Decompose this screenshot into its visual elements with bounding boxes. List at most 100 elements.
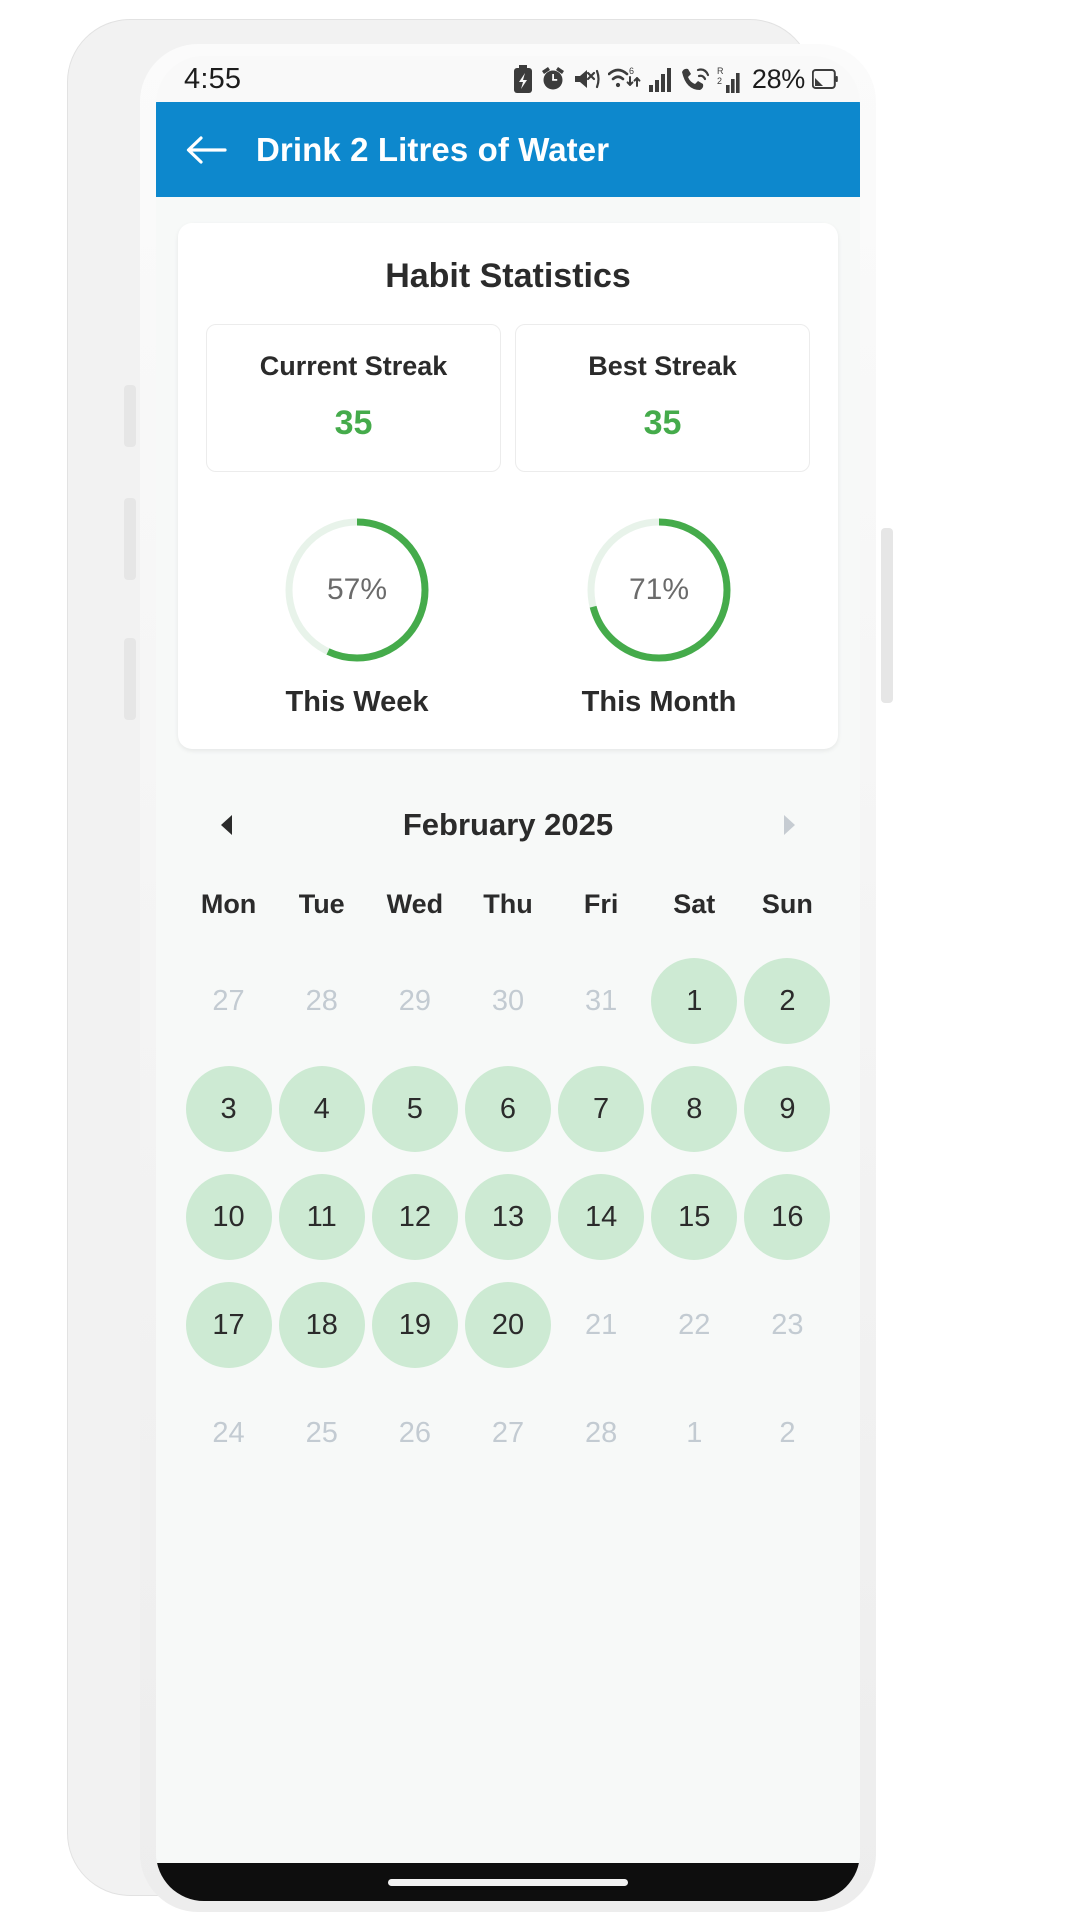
calendar-day-inactive[interactable]: 29 (372, 958, 458, 1044)
home-indicator[interactable] (388, 1878, 628, 1886)
calendar-day-cell[interactable]: 13 (461, 1174, 554, 1260)
calendar-day-inactive[interactable]: 24 (186, 1390, 272, 1476)
calendar-day-cell[interactable]: 11 (275, 1174, 368, 1260)
calendar-day-cell[interactable]: 21 (555, 1282, 648, 1368)
system-navigation-bar (156, 1863, 860, 1901)
calendar-day-cell[interactable]: 16 (741, 1174, 834, 1260)
calendar-day-completed[interactable]: 15 (651, 1174, 738, 1260)
weekday-mon: Mon (200, 889, 257, 919)
calendar-day-cell[interactable]: 4 (275, 1066, 368, 1152)
this-month-ring: 71% (583, 514, 735, 666)
calendar-day-cell[interactable]: 7 (555, 1066, 648, 1152)
calendar-day-inactive[interactable]: 22 (651, 1282, 737, 1368)
scroll-content[interactable]: Habit Statistics Current Streak 35 Best … (156, 197, 860, 1901)
calendar-day-cell[interactable]: 20 (461, 1282, 554, 1368)
calendar-day-completed[interactable]: 13 (464, 1174, 551, 1260)
triangle-right-icon (783, 815, 795, 835)
calendar-day-inactive[interactable]: 2 (744, 1390, 830, 1476)
calendar-day-inactive[interactable]: 1 (651, 1390, 737, 1476)
volume-up-button[interactable] (124, 385, 136, 447)
best-streak-box: Best Streak 35 (515, 324, 810, 472)
calendar-day-cell[interactable]: 10 (182, 1174, 275, 1260)
stats-card-title: Habit Statistics (385, 257, 631, 295)
calendar-day-completed[interactable]: 11 (278, 1174, 365, 1260)
calendar-day-completed[interactable]: 1 (651, 958, 738, 1044)
calendar-day-cell[interactable]: 18 (275, 1282, 368, 1368)
calendar-day-completed[interactable]: 14 (558, 1174, 645, 1260)
calendar-day-cell[interactable]: 19 (368, 1282, 461, 1368)
calendar-day-cell[interactable]: 25 (275, 1390, 368, 1476)
calendar-day-cell[interactable]: 30 (461, 958, 554, 1044)
calendar-day-cell[interactable]: 3 (182, 1066, 275, 1152)
calendar-day-completed[interactable]: 7 (558, 1066, 645, 1152)
power-button[interactable] (881, 528, 893, 703)
calendar-day-completed[interactable]: 19 (371, 1282, 458, 1368)
back-button[interactable] (182, 126, 230, 174)
calendar-day-cell[interactable]: 31 (555, 958, 648, 1044)
calendar-day-cell[interactable]: 2 (741, 958, 834, 1044)
battery-saver-icon (513, 65, 532, 93)
calendar-day-inactive[interactable]: 28 (558, 1390, 644, 1476)
this-month-percent: 71% (628, 573, 690, 606)
volume-down-button[interactable] (124, 498, 136, 580)
calendar-day-completed[interactable]: 16 (744, 1174, 831, 1260)
prev-month-button[interactable] (202, 799, 254, 851)
calendar-day-cell[interactable]: 28 (555, 1390, 648, 1476)
calendar-day-completed[interactable]: 9 (744, 1066, 831, 1152)
calendar-day-inactive[interactable]: 30 (465, 958, 551, 1044)
calendar-day-cell[interactable]: 5 (368, 1066, 461, 1152)
calendar-day-completed[interactable]: 5 (371, 1066, 458, 1152)
calendar-day-cell[interactable]: 23 (741, 1282, 834, 1368)
calendar-day-completed[interactable]: 8 (651, 1066, 738, 1152)
weekday-sat: Sat (673, 889, 716, 919)
current-streak-value: 35 (334, 404, 373, 442)
calendar-day-cell[interactable]: 22 (648, 1282, 741, 1368)
calendar-day-cell[interactable]: 12 (368, 1174, 461, 1260)
calendar-day-cell[interactable]: 8 (648, 1066, 741, 1152)
status-icons: 6 R 2 28% (513, 64, 838, 95)
calendar-day-inactive[interactable]: 31 (558, 958, 644, 1044)
calendar-day-cell[interactable]: 14 (555, 1174, 648, 1260)
calendar-day-cell[interactable]: 26 (368, 1390, 461, 1476)
calendar-day-grid[interactable]: 27 28 29 30 31 1 2 3 4 5 6 7 8 9 10 11 12 13 14 15 16 17 18 19 2… (182, 958, 834, 1476)
calendar-day-completed[interactable]: 3 (185, 1066, 272, 1152)
best-streak-label: Best Streak (588, 351, 737, 381)
weekday-wed: Wed (386, 889, 444, 919)
weekday-fri: Fri (583, 889, 619, 919)
calendar-day-inactive[interactable]: 25 (279, 1390, 365, 1476)
calendar-day-inactive[interactable]: 27 (465, 1390, 551, 1476)
calendar-day-completed[interactable]: 18 (278, 1282, 365, 1368)
calendar-day-cell[interactable]: 17 (182, 1282, 275, 1368)
calendar-day-cell[interactable]: 1 (648, 1390, 741, 1476)
calendar-header: February 2025 (182, 785, 834, 857)
calendar-day-cell[interactable]: 9 (741, 1066, 834, 1152)
calendar-day-cell[interactable]: 28 (275, 958, 368, 1044)
wifi-transfer-icon: 6 (607, 66, 641, 88)
calendar-day-inactive[interactable]: 27 (186, 958, 272, 1044)
call-forward-icon (681, 68, 709, 90)
calendar-day-cell[interactable]: 27 (461, 1390, 554, 1476)
calendar-day-cell[interactable]: 27 (182, 958, 275, 1044)
this-week-ring: 57% (281, 514, 433, 666)
calendar-day-completed[interactable]: 10 (185, 1174, 272, 1260)
calendar-day-cell[interactable]: 1 (648, 958, 741, 1044)
calendar-day-completed[interactable]: 20 (464, 1282, 551, 1368)
calendar-day-completed[interactable]: 6 (464, 1066, 551, 1152)
calendar-day-inactive[interactable]: 21 (558, 1282, 644, 1368)
current-streak-label: Current Streak (259, 351, 448, 381)
calendar-day-cell[interactable]: 15 (648, 1174, 741, 1260)
calendar-day-inactive[interactable]: 26 (372, 1390, 458, 1476)
calendar-day-cell[interactable]: 2 (741, 1390, 834, 1476)
calendar-day-cell[interactable]: 6 (461, 1066, 554, 1152)
calendar-day-inactive[interactable]: 28 (279, 958, 365, 1044)
calendar-day-inactive[interactable]: 23 (744, 1282, 830, 1368)
calendar-day-completed[interactable]: 4 (278, 1066, 365, 1152)
calendar-day-cell[interactable]: 24 (182, 1390, 275, 1476)
calendar-day-cell[interactable]: 29 (368, 958, 461, 1044)
assistant-button[interactable] (124, 638, 136, 720)
calendar-day-completed[interactable]: 17 (185, 1282, 272, 1368)
calendar-month-title: February 2025 (402, 807, 614, 842)
calendar-day-completed[interactable]: 12 (371, 1174, 458, 1260)
next-month-button[interactable] (762, 799, 814, 851)
calendar-day-completed[interactable]: 2 (744, 958, 831, 1044)
